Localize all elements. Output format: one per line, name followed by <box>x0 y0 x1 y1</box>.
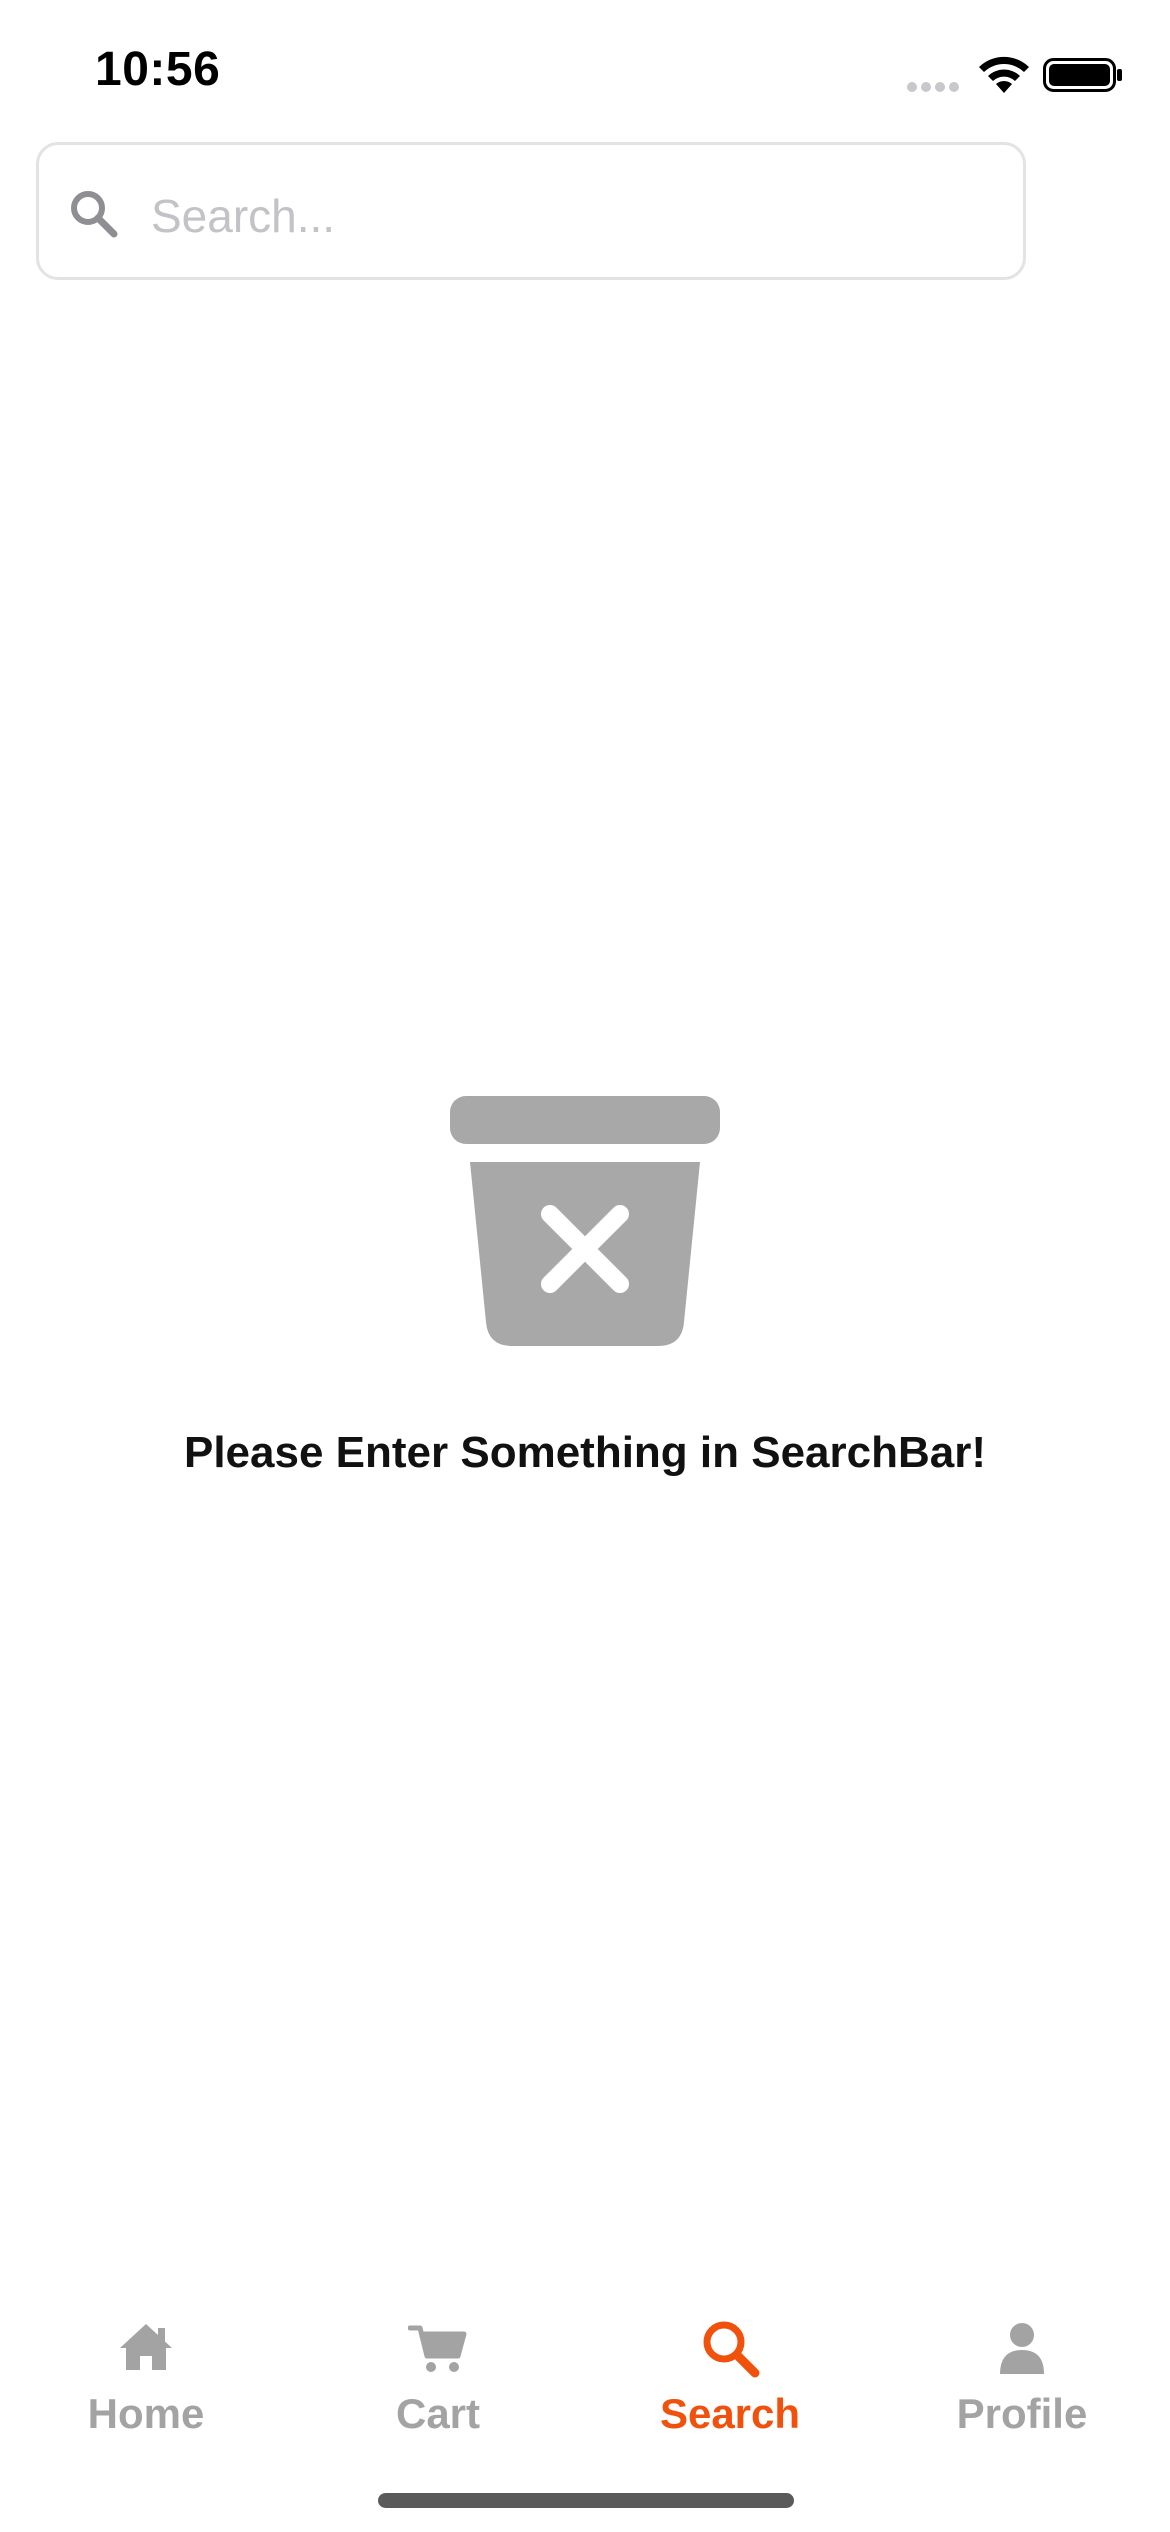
empty-state-message: Please Enter Something in SearchBar! <box>183 1428 987 1477</box>
search-icon <box>71 191 118 238</box>
cellular-signal-icon <box>907 82 959 92</box>
cart-icon <box>408 2325 467 2372</box>
profile-icon <box>1000 2323 1044 2374</box>
tab-profile[interactable]: Profile <box>876 2290 1168 2470</box>
status-time: 10:56 <box>95 43 221 96</box>
home-icon <box>120 2324 172 2370</box>
search-icon <box>703 2321 760 2378</box>
search-bar[interactable]: Search... <box>36 142 1026 280</box>
search-input[interactable]: Search... <box>151 189 335 243</box>
status-bar: 10:56 <box>0 0 1170 140</box>
tab-cart-label: Cart <box>395 2390 481 2437</box>
tab-cart[interactable]: Cart <box>292 2290 584 2470</box>
home-indicator <box>378 2493 794 2508</box>
tab-search-label: Search <box>659 2390 801 2437</box>
wifi-icon <box>979 56 1029 93</box>
tab-home-label: Home <box>87 2390 205 2437</box>
tab-profile-label: Profile <box>956 2390 1088 2437</box>
tab-bar: Home Cart Search Profile <box>0 2290 1170 2470</box>
trash-x-icon <box>450 1096 720 1346</box>
battery-icon <box>1043 58 1122 92</box>
tab-home[interactable]: Home <box>0 2290 292 2470</box>
tab-search[interactable]: Search <box>584 2290 876 2470</box>
